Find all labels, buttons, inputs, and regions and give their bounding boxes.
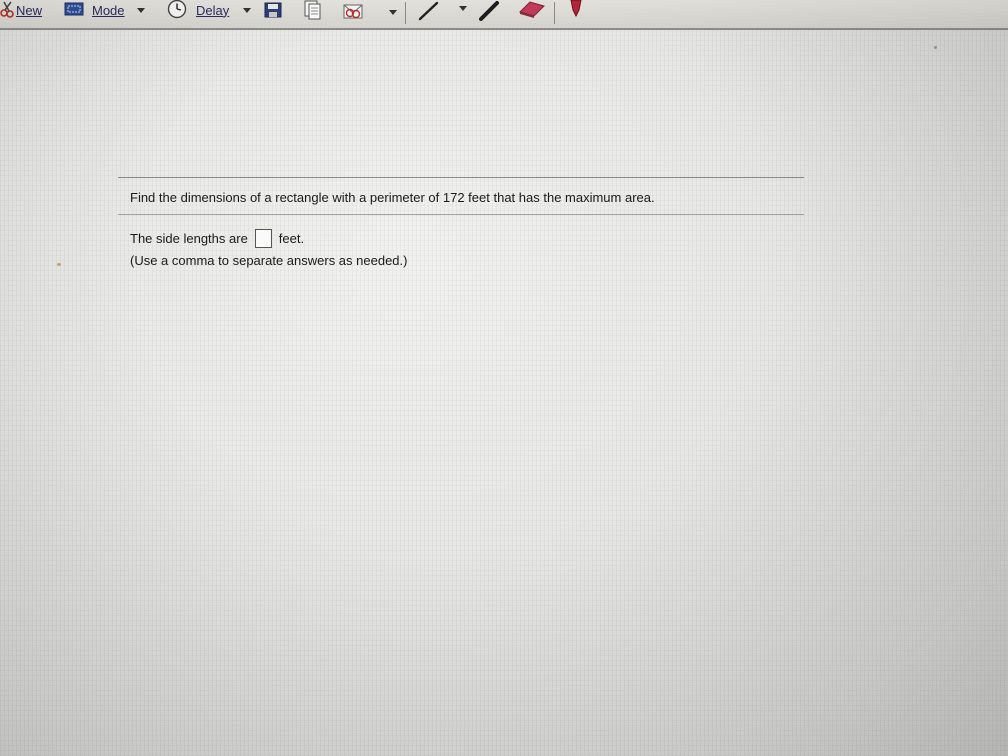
save-icon[interactable] bbox=[264, 1, 282, 24]
chevron-down-icon[interactable] bbox=[136, 7, 145, 13]
question-prompt: Find the dimensions of a rectangle with … bbox=[130, 190, 655, 205]
mode-label: Mode bbox=[92, 2, 125, 18]
chevron-down-icon[interactable] bbox=[459, 6, 467, 11]
screen-vignette bbox=[0, 0, 1008, 756]
delay-label: Delay bbox=[196, 2, 230, 18]
copy-icon[interactable] bbox=[302, 0, 322, 25]
screen-speck bbox=[57, 263, 61, 266]
send-icon[interactable] bbox=[342, 1, 366, 26]
new-button[interactable]: New bbox=[0, 0, 42, 20]
answer-hint: (Use a comma to separate answers as need… bbox=[130, 253, 408, 268]
answer-line: The side lengths are feet. bbox=[130, 229, 304, 248]
chevron-down-icon[interactable] bbox=[389, 10, 397, 15]
side-lengths-input[interactable] bbox=[254, 229, 272, 248]
screen-texture bbox=[0, 0, 1008, 756]
question-top-divider bbox=[118, 177, 804, 178]
pen-icon[interactable] bbox=[417, 0, 441, 27]
pen-color-icon[interactable] bbox=[568, 0, 584, 23]
new-label: New bbox=[16, 2, 43, 18]
mode-icon bbox=[64, 1, 84, 20]
chevron-down-icon[interactable] bbox=[243, 7, 252, 13]
toolbar-separator bbox=[405, 2, 406, 24]
scissors-icon bbox=[0, 0, 16, 21]
eraser-icon[interactable] bbox=[516, 0, 546, 23]
screen-speck bbox=[934, 46, 937, 49]
toolbar-separator bbox=[554, 2, 555, 24]
mode-button[interactable]: Mode bbox=[64, 0, 145, 20]
answer-prefix: The side lengths are bbox=[130, 231, 248, 246]
highlighter-icon[interactable] bbox=[478, 0, 502, 27]
answer-suffix: feet. bbox=[278, 231, 305, 246]
clock-icon bbox=[166, 0, 188, 22]
question-bottom-divider bbox=[118, 214, 804, 215]
toolbar: New Mode Delay bbox=[0, 0, 1008, 30]
delay-button[interactable]: Delay bbox=[166, 0, 252, 22]
